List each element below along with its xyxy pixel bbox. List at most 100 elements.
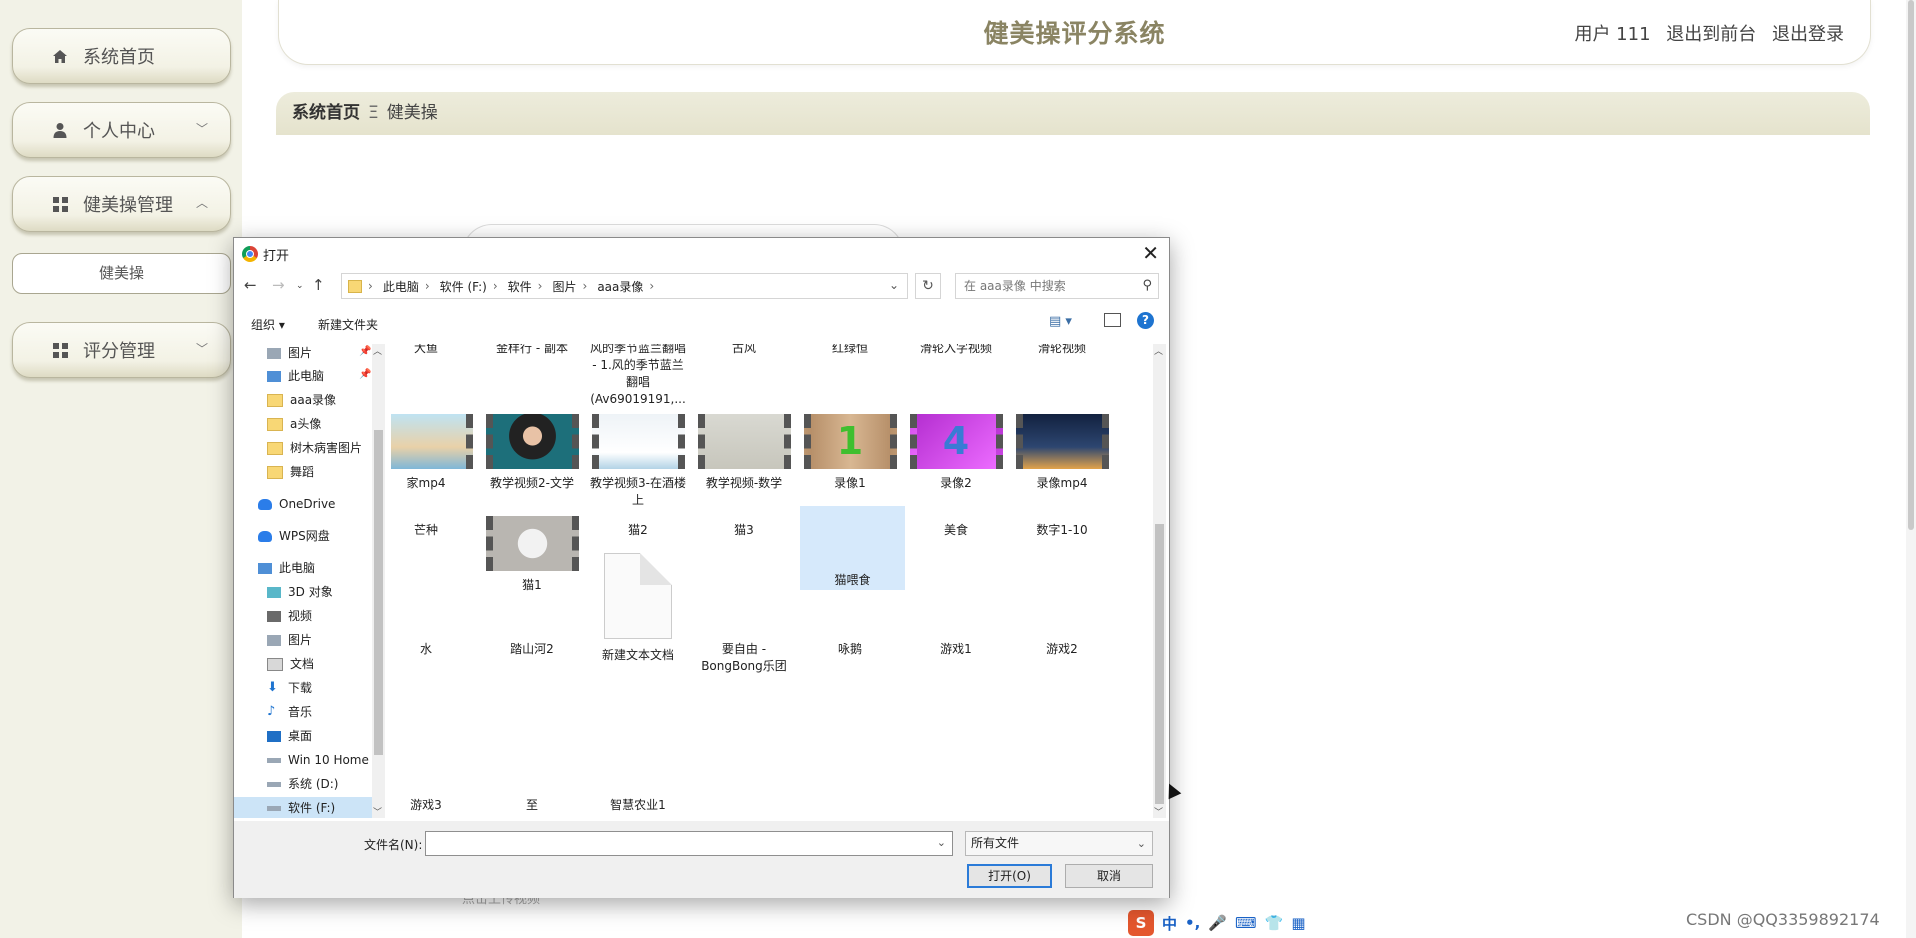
file-item[interactable]: 猫2 <box>588 522 688 539</box>
file-item[interactable]: 滑轮视频 <box>1012 344 1112 357</box>
file-item[interactable]: 滑轮入字视频 <box>906 344 1006 357</box>
file-item[interactable]: 至 <box>482 797 582 814</box>
organize-button[interactable]: 组织 ▾ <box>251 316 285 333</box>
path-segment[interactable]: 图片 <box>552 278 576 295</box>
path-segment[interactable]: aaa录像 <box>597 278 643 295</box>
video-file-item[interactable]: 猫1 <box>482 516 582 594</box>
up-arrow-icon[interactable]: ↑ <box>312 276 325 294</box>
nav-pane-scrollbar[interactable]: ︿ ﹀ <box>372 344 385 818</box>
nav-item-dance[interactable]: 舞蹈 <box>267 461 314 483</box>
sidebar-item-home[interactable]: 系统首页 <box>12 28 231 84</box>
nav-item-sys-d[interactable]: 系统 (D:) <box>267 773 338 795</box>
nav-scrollbar-thumb[interactable] <box>374 430 383 755</box>
back-to-front-link[interactable]: 退出到前台 <box>1666 24 1756 45</box>
text-file-item[interactable]: 新建文本文档 <box>588 541 688 664</box>
nav-item-thispc[interactable]: 此电脑 <box>258 557 315 579</box>
chevron-down-icon[interactable]: ⌄ <box>937 836 946 849</box>
search-icon[interactable]: ⚲ <box>1142 274 1152 298</box>
file-item[interactable]: 咏鹅 <box>800 641 900 658</box>
skin-icon[interactable]: 👕 <box>1265 914 1284 932</box>
filetype-select[interactable]: 所有文件 ⌄ <box>965 831 1153 856</box>
address-dropdown-icon[interactable]: ⌄ <box>889 278 899 292</box>
video-file-item[interactable]: 录像mp4 <box>1012 414 1112 492</box>
nav-item-win10[interactable]: Win 10 Home › <box>267 749 378 771</box>
nav-item-music[interactable]: ♪ 音乐 <box>267 701 312 723</box>
sidebar-item-personal[interactable]: 个人中心 ﹀ <box>12 102 231 158</box>
nav-item-desktop[interactable]: 桌面 <box>267 725 312 747</box>
open-button[interactable]: 打开(O) <box>967 864 1052 888</box>
file-item[interactable]: 金样行 - 副本 <box>482 344 582 357</box>
file-item[interactable]: 红绿恒 <box>800 344 900 357</box>
video-file-item[interactable]: 教学视频2-文学 <box>482 414 582 492</box>
nav-item-pictures-quick[interactable]: 图片 <box>267 344 312 364</box>
file-item[interactable]: 美食 <box>906 522 1006 539</box>
ime-punct-icon[interactable]: •, <box>1185 914 1200 932</box>
nav-item-aaa[interactable]: aaa录像 <box>267 389 336 411</box>
nav-item-pictures[interactable]: 图片 <box>267 629 312 651</box>
nav-item-a-avatar[interactable]: a头像 <box>267 413 321 435</box>
sogou-logo-icon[interactable]: S <box>1128 910 1154 936</box>
file-item[interactable]: 数字1-10 <box>1012 522 1112 539</box>
microphone-icon[interactable]: 🎤 <box>1208 914 1227 932</box>
file-item[interactable]: 水 <box>391 641 476 658</box>
file-item[interactable]: 游戏2 <box>1012 641 1112 658</box>
preview-pane-icon[interactable] <box>1104 313 1121 327</box>
ime-lang-icon[interactable]: 中 <box>1162 913 1177 934</box>
path-segment[interactable]: 软件 (F:) <box>440 278 487 295</box>
sidebar-subitem-aerobics[interactable]: 健美操 <box>12 253 231 294</box>
scroll-down-icon[interactable]: ﹀ <box>373 805 382 818</box>
file-item[interactable]: 大鱼 <box>391 344 476 357</box>
logout-link[interactable]: 退出登录 <box>1772 24 1844 45</box>
sidebar-item-aerobics-mgmt[interactable]: 健美操管理 ︿ <box>12 176 231 232</box>
video-file-item[interactable]: 教学视频3-在酒楼上 <box>588 414 688 509</box>
search-input[interactable]: 在 aaa录像 中搜索 ⚲ <box>955 273 1159 299</box>
path-segment[interactable]: 软件 <box>508 278 532 295</box>
scroll-down-icon[interactable]: ﹀ <box>1154 805 1163 818</box>
nav-item-downloads[interactable]: ⬇ 下载 <box>267 677 312 699</box>
path-segment[interactable]: 此电脑 <box>383 278 419 295</box>
pin-icon[interactable]: 📌 <box>359 346 371 357</box>
breadcrumb-home[interactable]: 系统首页 <box>292 103 360 123</box>
new-folder-button[interactable]: 新建文件夹 <box>318 316 378 333</box>
back-arrow-icon[interactable]: ← <box>244 276 257 294</box>
file-list-scrollbar[interactable]: ︿ ﹀ <box>1153 344 1166 818</box>
file-scrollbar-thumb[interactable] <box>1155 524 1164 804</box>
recent-chevron-icon[interactable]: ⌄ <box>296 281 304 291</box>
nav-item-video[interactable]: 视频 <box>267 605 312 627</box>
file-item-hovered[interactable]: 猫喂食 <box>800 506 905 590</box>
video-file-item[interactable]: 家mp4 <box>391 414 476 492</box>
cancel-button[interactable]: 取消 <box>1065 864 1153 888</box>
file-item[interactable]: 风的季节蓝兰翻唱 - 1.风的季节蓝兰翻唱(Av69019191,... <box>588 344 688 408</box>
address-bar[interactable]: › 此电脑 › 软件 (F:) › 软件 › 图片 › aaa录像 › ⌄ <box>341 273 908 299</box>
nav-item-wps[interactable]: WPS网盘 <box>258 525 330 547</box>
help-icon[interactable]: ? <box>1137 312 1154 329</box>
page-scrollbar-thumb[interactable] <box>1908 0 1914 530</box>
video-file-item[interactable]: 教学视频-数学 <box>694 414 794 492</box>
scroll-up-icon[interactable]: ︿ <box>1154 344 1163 357</box>
file-item[interactable]: 猫3 <box>694 522 794 539</box>
file-item[interactable]: 芒种 <box>391 522 476 539</box>
nav-item-tree[interactable]: 树木病害图片 <box>267 437 362 459</box>
view-options-icon[interactable]: ▤ ▾ <box>1049 314 1072 329</box>
file-item[interactable]: 智慧农业1 <box>588 797 688 814</box>
file-item[interactable]: 要自由 - BongBong乐团 <box>694 641 794 675</box>
page-scrollbar[interactable] <box>1906 0 1916 938</box>
filename-input[interactable]: ⌄ <box>425 831 953 856</box>
toolbox-icon[interactable]: ▦ <box>1291 914 1305 932</box>
close-icon[interactable]: ✕ <box>1142 241 1159 265</box>
nav-item-onedrive[interactable]: OneDrive <box>258 493 335 515</box>
nav-item-3d[interactable]: 3D 对象 <box>267 581 333 603</box>
sidebar-item-score-mgmt[interactable]: 评分管理 ﹀ <box>12 322 231 378</box>
nav-item-thispc-quick[interactable]: 此电脑 <box>267 365 324 387</box>
file-item[interactable]: 游戏1 <box>906 641 1006 658</box>
pin-icon[interactable]: 📌 <box>359 369 371 380</box>
refresh-icon[interactable]: ↻ <box>915 273 941 299</box>
file-item[interactable]: 踏山河2 <box>482 641 582 658</box>
nav-item-soft-f[interactable]: 软件 (F:) <box>234 797 372 818</box>
video-file-item[interactable]: 4 录像2 <box>906 414 1006 492</box>
scroll-up-icon[interactable]: ︿ <box>373 344 382 357</box>
video-file-item[interactable]: 1 录像1 <box>800 414 900 492</box>
file-item[interactable]: 游戏3 <box>391 797 476 814</box>
keyboard-icon[interactable]: ⌨ <box>1235 914 1257 932</box>
forward-arrow-icon[interactable]: → <box>272 276 285 294</box>
